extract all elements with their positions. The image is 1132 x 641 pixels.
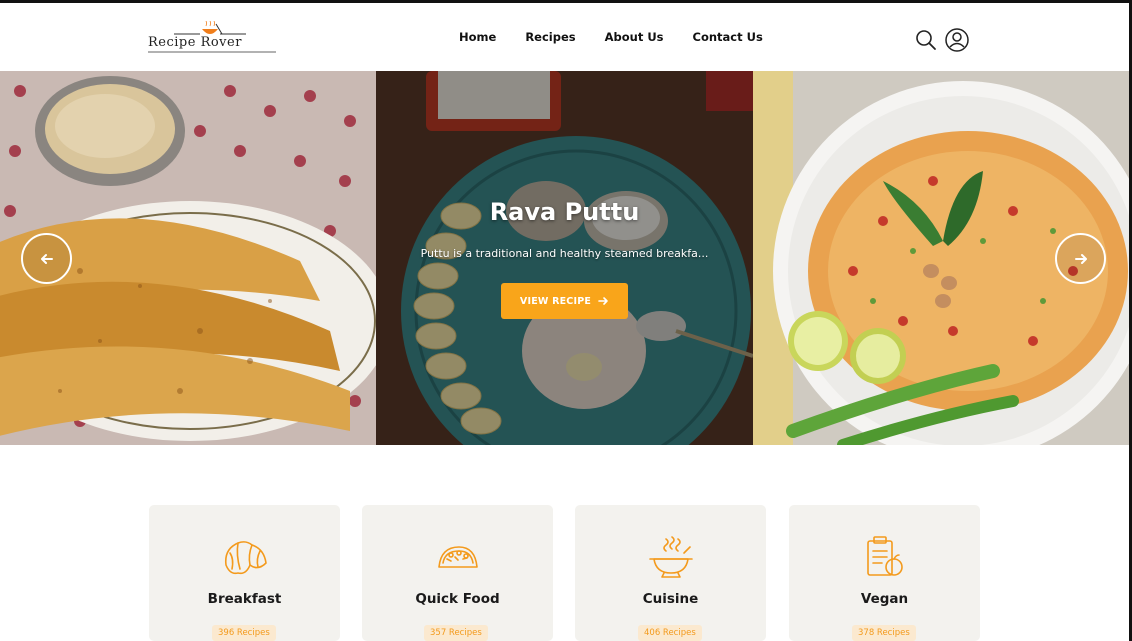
- category-count-badge: 357 Recipes: [424, 625, 488, 641]
- nav-about-us[interactable]: About Us: [605, 30, 664, 44]
- category-count-badge: 396 Recipes: [212, 625, 276, 641]
- category-card-breakfast[interactable]: Breakfast 396 Recipes: [149, 505, 340, 641]
- category-card-quick-food[interactable]: Quick Food 357 Recipes: [362, 505, 553, 641]
- carousel-next-button[interactable]: [1055, 233, 1106, 284]
- view-recipe-button[interactable]: VIEW RECIPE: [501, 283, 628, 319]
- croissant-icon: [224, 541, 267, 575]
- brand-logo[interactable]: Recipe Rover: [148, 21, 278, 55]
- taco-icon: [438, 546, 478, 568]
- category-section: Breakfast 396 Recipes Quick Food 357 Rec…: [149, 505, 981, 641]
- hero-title: Rava Puttu: [489, 198, 640, 226]
- nav-home[interactable]: Home: [459, 30, 496, 44]
- view-recipe-label: VIEW RECIPE: [519, 295, 592, 307]
- steaming-bowl-icon: [649, 536, 693, 578]
- nav-contact-us[interactable]: Contact Us: [693, 30, 763, 44]
- hero-content: Rava Puttu Puttu is a traditional and he…: [376, 71, 753, 445]
- category-name: Cuisine: [642, 591, 699, 607]
- main-nav: Home Recipes About Us Contact Us: [459, 30, 763, 44]
- category-count-badge: 406 Recipes: [638, 625, 702, 641]
- clipboard-apple-icon: [867, 536, 903, 576]
- user-icon[interactable]: [944, 27, 970, 53]
- carousel-prev-button[interactable]: [21, 233, 72, 284]
- hero-description: Puttu is a traditional and healthy steam…: [420, 247, 709, 260]
- category-name: Quick Food: [415, 591, 500, 607]
- site-header: Recipe Rover Home Recipes About Us Conta…: [0, 3, 1129, 71]
- category-count-badge: 378 Recipes: [852, 625, 916, 641]
- search-icon[interactable]: [913, 27, 939, 53]
- nav-recipes[interactable]: Recipes: [525, 30, 575, 44]
- arrow-right-icon: [1074, 253, 1087, 264]
- hero-carousel: Rava Puttu Puttu is a traditional and he…: [0, 71, 1129, 445]
- category-name: Breakfast: [207, 591, 282, 607]
- arrow-left-icon: [40, 253, 53, 264]
- category-card-vegan[interactable]: Vegan 378 Recipes: [789, 505, 980, 641]
- brand-name: Recipe Rover: [148, 35, 242, 50]
- arrow-right-icon: [598, 297, 608, 305]
- category-name: Vegan: [860, 591, 909, 607]
- category-card-cuisine[interactable]: Cuisine 406 Recipes: [575, 505, 766, 641]
